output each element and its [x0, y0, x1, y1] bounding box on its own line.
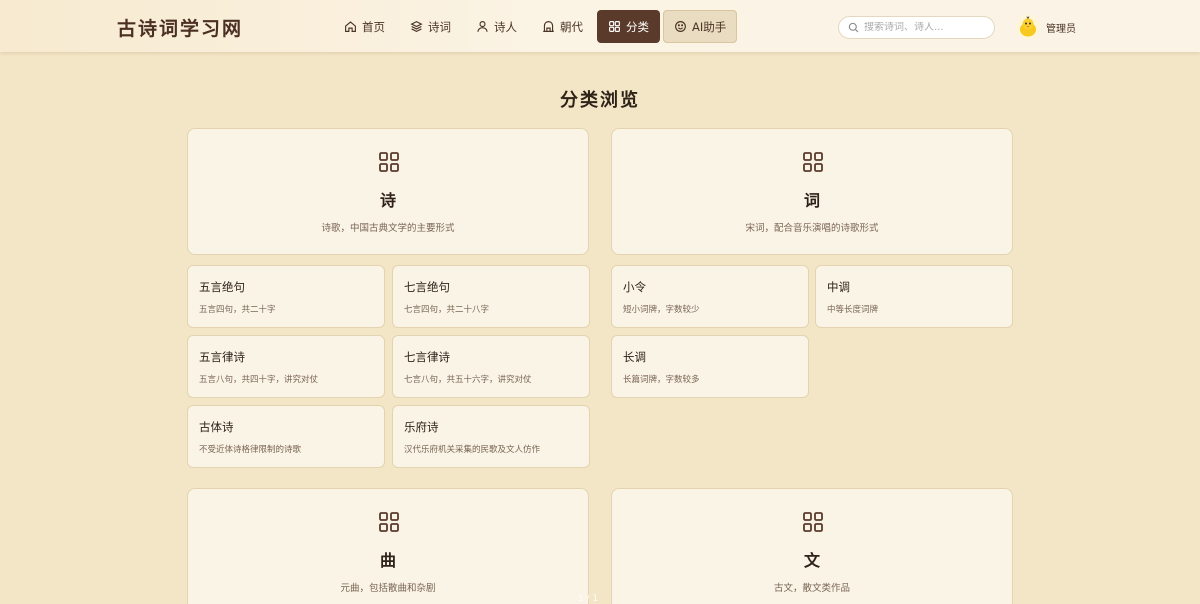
category-desc: 古文，散文类作品	[773, 583, 850, 594]
avatar[interactable]	[1016, 15, 1040, 39]
temple-icon	[543, 21, 554, 32]
nav-poets-label: 诗人	[494, 19, 517, 34]
subcategory-desc: 七言四句，共二十八字	[404, 305, 490, 315]
subcategory-card[interactable]: 长调 长篇词牌，字数较多	[611, 335, 809, 398]
page-indicator: 1 / 1	[578, 594, 599, 604]
nav-categories[interactable]: 分类	[597, 10, 660, 43]
subcategory-desc: 七言八句，共五十六字，讲究对仗	[404, 375, 532, 385]
subcategory-name: 五言律诗	[199, 350, 245, 364]
subcategory-desc: 五言四句，共二十字	[199, 305, 276, 315]
nav-poems-label: 诗词	[428, 19, 451, 34]
home-icon	[345, 21, 356, 32]
grid-icon	[803, 512, 823, 532]
subcategory-desc: 长篇词牌，字数较多	[623, 375, 700, 385]
subcategory-card[interactable]: 小令 短小词牌，字数较少	[611, 265, 809, 328]
grid-icon	[379, 512, 399, 532]
subcategory-name: 中调	[827, 280, 850, 294]
subcategory-card[interactable]: 七言律诗 七言八句，共五十六字，讲究对仗	[392, 335, 590, 398]
subcategory-card[interactable]: 五言绝句 五言四句，共二十字	[187, 265, 385, 328]
nav-categories-label: 分类	[626, 19, 649, 34]
category-name: 诗	[379, 191, 396, 210]
subcategory-name: 乐府诗	[404, 420, 439, 434]
top-navbar: 古诗词学习网 首页 诗词 诗人 朝代 分类 AI助手 搜索诗词、诗人... 管理…	[0, 0, 1200, 52]
subcategory-desc: 五言八句，共四十字，讲究对仗	[199, 375, 319, 385]
category-name: 词	[803, 191, 820, 210]
subcategory-desc: 中等长度词牌	[827, 305, 879, 315]
user-icon	[477, 21, 488, 32]
subcategory-desc: 短小词牌，字数较少	[623, 305, 700, 315]
subcategory-desc: 不受近体诗格律限制的诗歌	[199, 445, 302, 455]
subcategory-card[interactable]: 七言绝句 七言四句，共二十八字	[392, 265, 590, 328]
category-name: 文	[803, 551, 820, 570]
category-desc: 诗歌，中国古典文学的主要形式	[321, 223, 455, 234]
subcategory-card[interactable]: 五言律诗 五言八句，共四十字，讲究对仗	[187, 335, 385, 398]
category-name: 曲	[379, 551, 396, 570]
category-desc: 元曲，包括散曲和杂剧	[340, 583, 436, 594]
nav-home[interactable]: 首页	[333, 10, 396, 43]
subcategory-name: 长调	[623, 350, 646, 364]
main-nav: 首页 诗词 诗人 朝代 分类 AI助手	[333, 10, 738, 44]
nav-dynasties-label: 朝代	[560, 19, 583, 34]
nav-ai-label: AI助手	[692, 19, 727, 34]
search-input[interactable]	[864, 22, 984, 33]
user-name: 管理员	[1046, 23, 1076, 35]
grid-icon	[379, 152, 399, 172]
subcategory-card[interactable]: 中调 中等长度词牌	[815, 265, 1013, 328]
grid-icon	[609, 21, 620, 32]
category-card-wen[interactable]: 文 古文，散文类作品	[611, 488, 1013, 604]
nav-poems[interactable]: 诗词	[399, 10, 462, 43]
layers-icon	[410, 20, 423, 33]
search-box[interactable]	[838, 16, 995, 39]
subcategory-name: 七言律诗	[404, 350, 450, 364]
subcategory-name: 七言绝句	[404, 280, 450, 294]
nav-ai-assistant[interactable]: AI助手	[663, 10, 738, 43]
category-desc: 宋词，配合音乐演唱的诗歌形式	[745, 223, 879, 234]
page-title: 分类浏览	[560, 90, 640, 111]
subcategory-card[interactable]: 乐府诗 汉代乐府机关采集的民歌及文人仿作	[392, 405, 590, 468]
category-card-qu[interactable]: 曲 元曲，包括散曲和杂剧	[187, 488, 589, 604]
nav-home-label: 首页	[362, 19, 385, 34]
grid-icon	[803, 152, 823, 172]
nav-dynasties[interactable]: 朝代	[531, 10, 594, 43]
subcategory-card[interactable]: 古体诗 不受近体诗格律限制的诗歌	[187, 405, 385, 468]
search-icon	[848, 22, 859, 33]
nav-poets[interactable]: 诗人	[465, 10, 528, 43]
smile-icon	[675, 21, 686, 32]
user-menu[interactable]: 管理员	[1016, 15, 1076, 39]
subcategory-name: 小令	[623, 280, 646, 294]
category-card-ci[interactable]: 词 宋词，配合音乐演唱的诗歌形式	[611, 128, 1013, 255]
subcategory-name: 五言绝句	[199, 280, 245, 294]
subcategory-desc: 汉代乐府机关采集的民歌及文人仿作	[404, 445, 541, 455]
subcategory-name: 古体诗	[199, 420, 234, 434]
site-logo[interactable]: 古诗词学习网	[117, 14, 243, 41]
category-card-shi[interactable]: 诗 诗歌，中国古典文学的主要形式	[187, 128, 589, 255]
